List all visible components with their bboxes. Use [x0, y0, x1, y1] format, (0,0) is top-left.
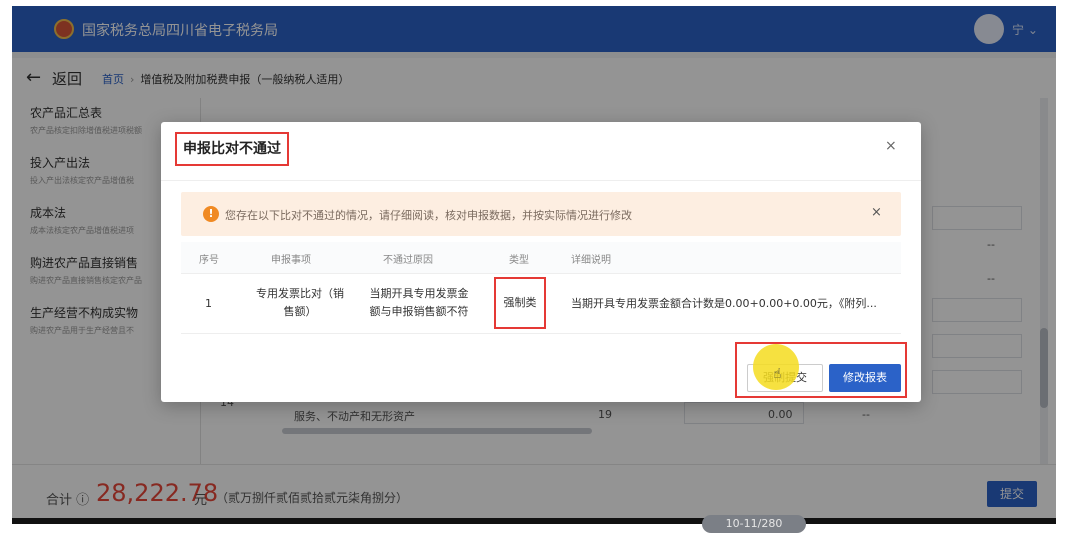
row-item-line: 专用发票比对（销 [256, 287, 344, 300]
column-header-reason: 不通过原因 [383, 255, 433, 266]
alert-close-icon[interactable]: × [871, 205, 882, 220]
comparison-failed-dialog: 申报比对不通过 × ! 您存在以下比对不通过的情况，请仔细阅读，核对申报数据，并… [161, 122, 921, 402]
dialog-title: 申报比对不通过 [175, 132, 289, 166]
warning-alert: ! 您存在以下比对不通过的情况，请仔细阅读，核对申报数据，并按实际情况进行修改 … [181, 192, 901, 236]
row-type-badge: 强制类 [494, 277, 546, 329]
column-header-seq: 序号 [199, 255, 219, 266]
table-row: 1 专用发票比对（销 售额） 当期开具专用发票金 额与申报销售额不符 强制类 当… [181, 274, 901, 334]
close-icon[interactable]: × [885, 138, 897, 154]
page-indicator: 10-11/280 [702, 515, 806, 533]
row-reason-line: 当期开具专用发票金 [369, 287, 469, 300]
column-header-item: 申报事项 [271, 255, 311, 266]
table-header: 序号 申报事项 不通过原因 类型 详细说明 [181, 242, 901, 274]
dialog-divider [161, 180, 921, 181]
warning-icon: ! [203, 206, 219, 222]
row-detail[interactable]: 当期开具专用发票金额合计数是0.00+0.00+0.00元，《附列... [571, 295, 877, 313]
hand-cursor-icon: ☝ [773, 366, 782, 382]
row-item-line: 售额） [283, 305, 317, 318]
row-reason: 当期开具专用发票金 额与申报销售额不符 [359, 285, 479, 321]
row-item: 专用发票比对（销 售额） [245, 285, 355, 321]
video-bottom-bar [12, 518, 1056, 524]
row-reason-line: 额与申报销售额不符 [369, 305, 469, 318]
column-header-type: 类型 [509, 255, 529, 266]
column-header-detail: 详细说明 [571, 255, 611, 266]
alert-message: 您存在以下比对不通过的情况，请仔细阅读，核对申报数据，并按实际情况进行修改 [225, 209, 632, 222]
edit-report-button[interactable]: 修改报表 [829, 364, 901, 392]
row-seq: 1 [205, 297, 212, 310]
